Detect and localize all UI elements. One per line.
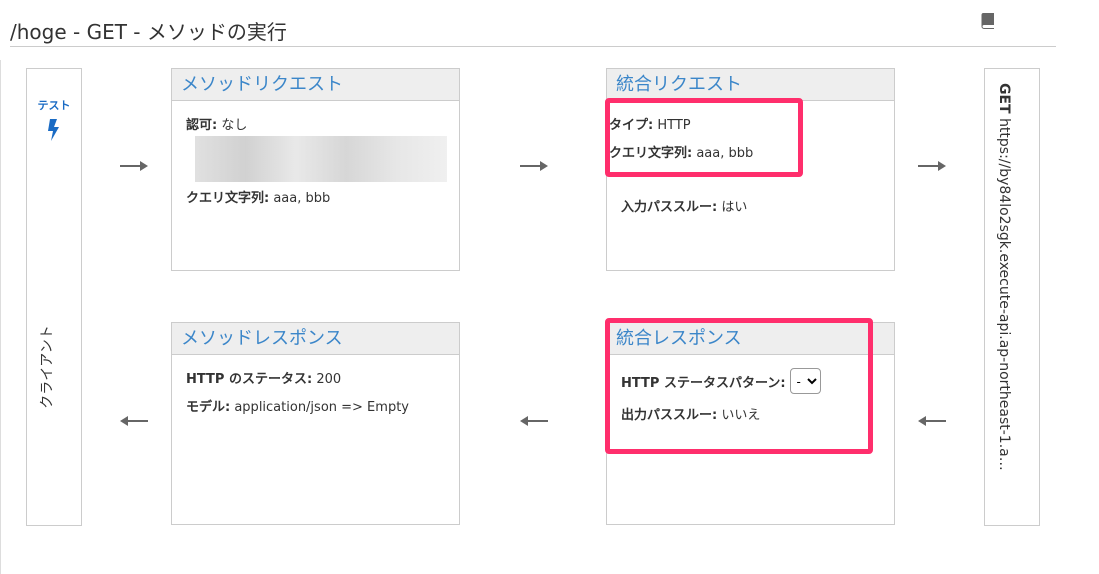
title-divider [10,46,1056,47]
right-arrow-icon [120,161,148,171]
model-label: モデル: [186,400,231,415]
right-arrow-icon [918,161,946,171]
left-arrow-icon [918,416,946,426]
page-title: /hoge - GET - メソッドの実行 [10,20,287,44]
model-value: application/json => Empty [234,400,409,415]
passthrough-value: はい [721,200,748,215]
highlight-box [605,318,873,454]
status-value: 200 [316,372,342,387]
endpoint-text: GET https://by84lo2sgk.execute-api.ap-no… [996,83,1012,471]
method-request-link[interactable]: メソッドリクエスト [172,69,459,101]
passthrough-label: 入力パススルー: [621,200,718,215]
redacted-area [195,136,447,182]
query-label: クエリ文字列: [186,191,270,206]
client-panel: テスト クライアント [26,68,82,526]
test-link[interactable]: テスト [27,97,81,113]
method-response-panel: メソッドレスポンス HTTP のステータス: 200 モデル: applicat… [171,322,460,525]
lightning-icon[interactable] [46,119,62,141]
left-border [0,60,1,574]
integration-request-link[interactable]: 統合リクエスト [607,69,894,101]
book-icon[interactable] [980,12,996,29]
left-arrow-icon [520,416,548,426]
auth-label: 認可: [186,118,218,133]
endpoint-panel: GET https://by84lo2sgk.execute-api.ap-no… [984,68,1040,526]
query-value: aaa, bbb [273,191,331,206]
endpoint-method: GET [996,83,1012,114]
method-response-link[interactable]: メソッドレスポンス [172,323,459,355]
highlight-box [605,98,803,177]
auth-value: なし [221,118,248,133]
client-label: クライアント [39,325,56,409]
endpoint-url: https://by84lo2sgk.execute-api.ap-northe… [996,118,1012,471]
left-arrow-icon [120,416,148,426]
status-label: HTTP のステータス: [186,372,313,387]
right-arrow-icon [520,161,548,171]
